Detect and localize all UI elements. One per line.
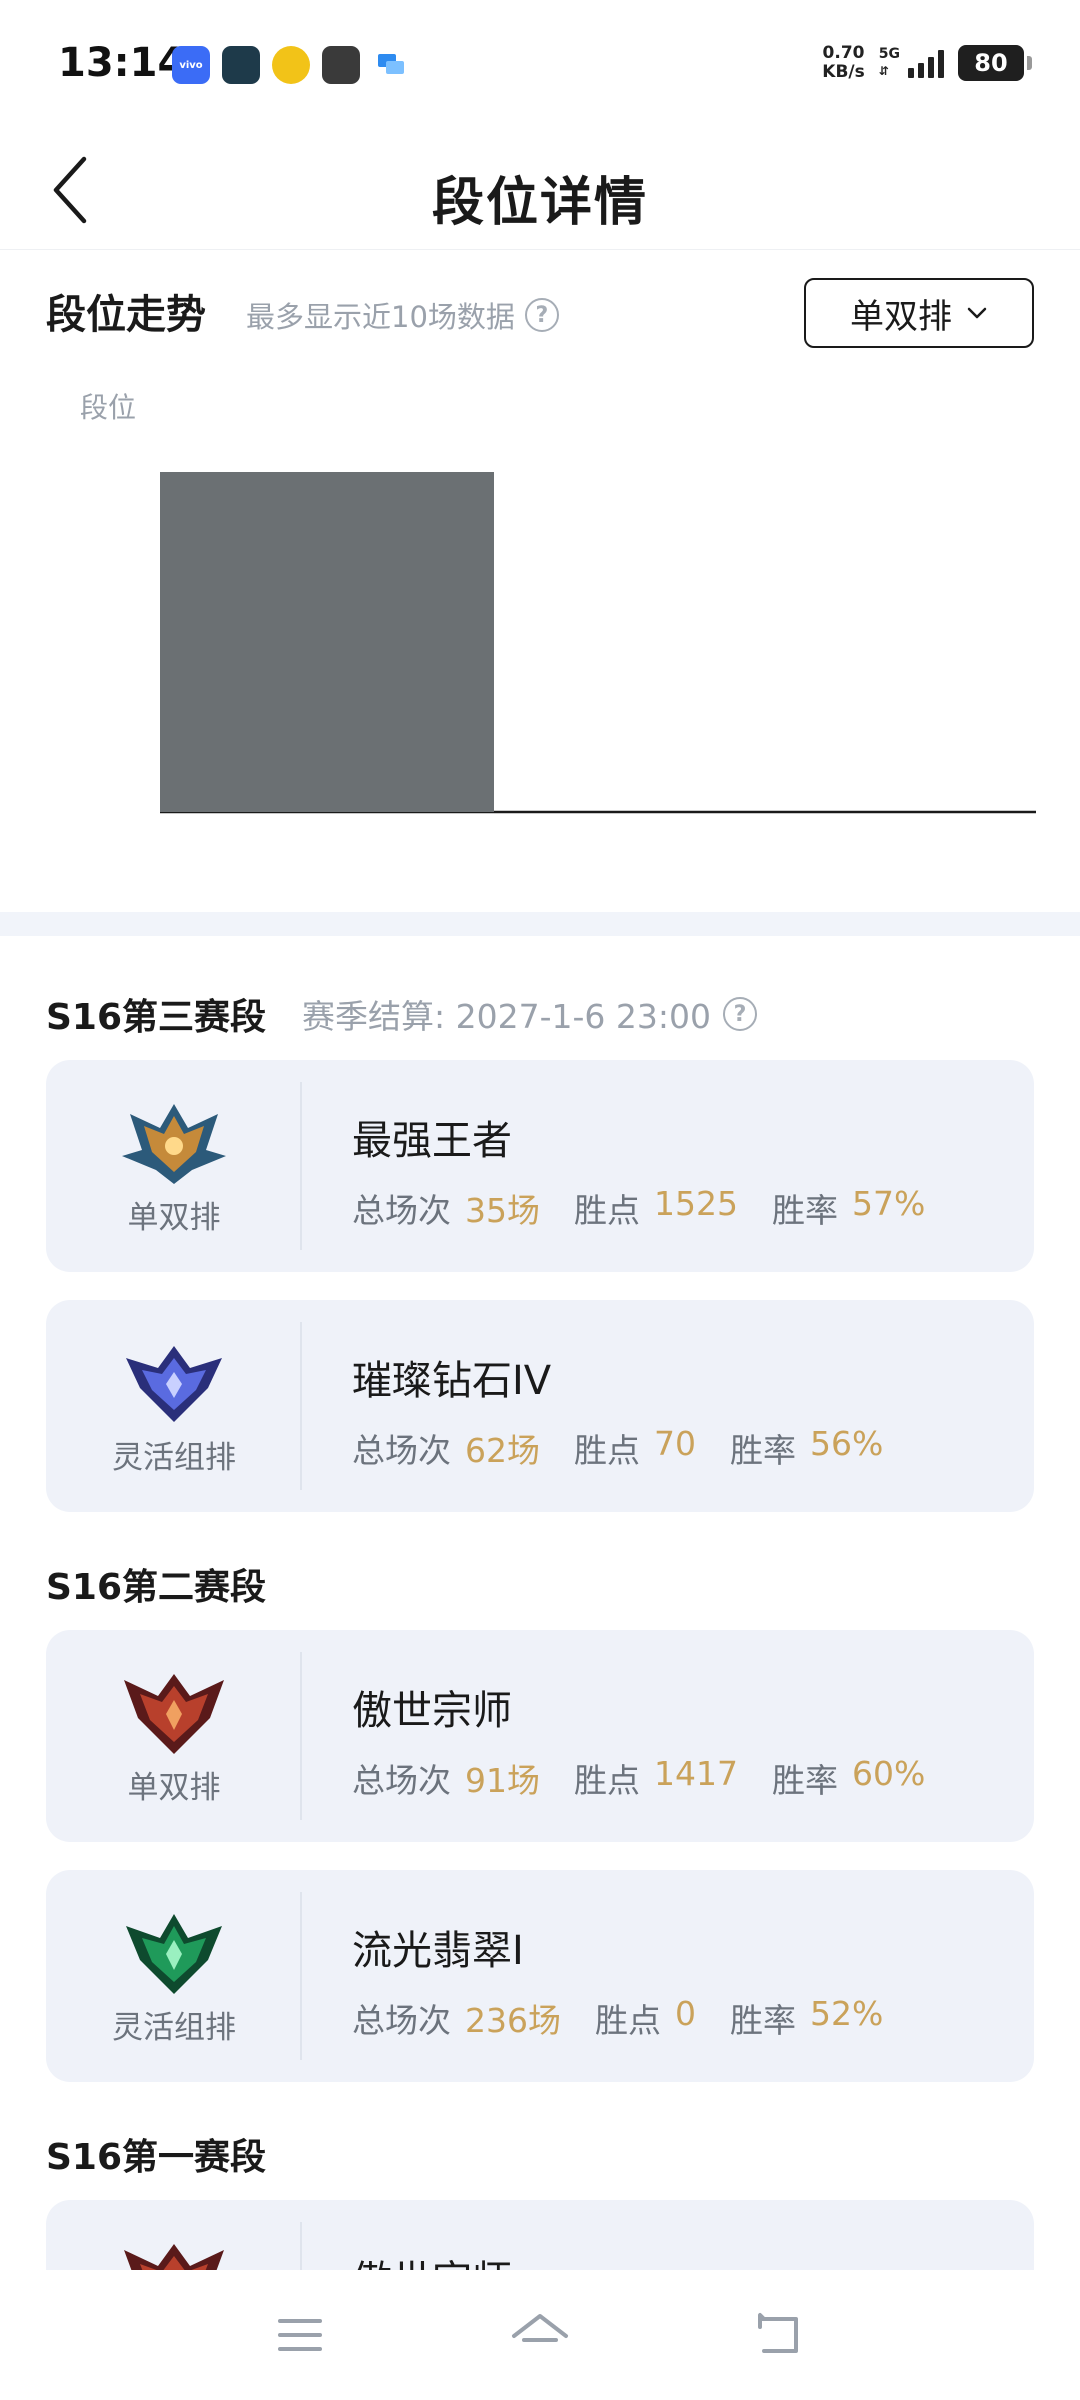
season-settle-info: 赛季结算: 2027-1-6 23:00 ? xyxy=(302,990,757,1038)
page-title: 段位详情 xyxy=(431,173,648,233)
stat-label: 胜点 xyxy=(574,1431,640,1470)
queue-mode-select[interactable]: 单双排 xyxy=(804,278,1034,348)
section-title: 段位走势 xyxy=(46,292,206,338)
stat-value: 0 xyxy=(675,1994,696,2033)
vivo-app-icon: vivo xyxy=(172,46,210,84)
stat-label: 胜率 xyxy=(730,1431,796,1470)
stat-value: 1417 xyxy=(654,1754,738,1793)
avatar-app-icon xyxy=(322,46,360,84)
chart-bar xyxy=(160,472,494,812)
stat-value: 56% xyxy=(810,1424,884,1463)
season-title: S16第一赛段 xyxy=(46,2137,267,2178)
stat-label: 胜率 xyxy=(771,1191,838,1230)
stat-label: 胜率 xyxy=(730,2001,796,2040)
stat-label: 胜点 xyxy=(595,2001,661,2040)
trend-hint: 最多显示近10场数据 ? xyxy=(246,294,559,336)
stat-value: 1525 xyxy=(654,1184,738,1223)
page-header: 段位详情 xyxy=(0,130,1080,250)
rank-name: 璀璨钻石IV xyxy=(352,1358,552,1404)
divider xyxy=(300,1652,302,1820)
rank-card[interactable]: 单双排 最强王者 总场次 35场 胜点 1525 胜率 57% xyxy=(46,1060,1034,1272)
rank-stats: 总场次 35场 胜点 1525 胜率 57% xyxy=(352,1184,959,1232)
stat-label: 总场次 xyxy=(352,1431,451,1470)
section-divider xyxy=(0,912,1080,936)
network-speed: 0.70 KB/s xyxy=(822,43,865,82)
stat-value: 52% xyxy=(810,1994,884,2033)
diamond-emblem-icon xyxy=(126,1346,222,1422)
stat-value: 35场 xyxy=(465,1191,540,1230)
back-arrow-icon xyxy=(758,2313,798,2353)
rank-name: 傲世宗师 xyxy=(352,1688,512,1734)
game-app-icon xyxy=(222,46,260,84)
chevron-down-icon xyxy=(967,307,987,319)
notification-icons: vivo xyxy=(172,46,410,84)
divider xyxy=(300,1892,302,2060)
chart-svg xyxy=(160,472,1036,814)
status-bar: 13:14 vivo 0.70 KB/s 5G ⇵ 80 xyxy=(0,0,1080,130)
question-circle-icon[interactable]: ? xyxy=(723,997,757,1031)
stat-label: 总场次 xyxy=(352,2001,451,2040)
stat-value: 91场 xyxy=(465,1761,540,1800)
stat-value: 236场 xyxy=(465,2001,561,2040)
system-nav-bar xyxy=(0,2270,1080,2400)
home-button[interactable] xyxy=(505,2300,575,2370)
stat-label: 胜率 xyxy=(771,1761,838,1800)
stat-label: 胜点 xyxy=(574,1761,640,1800)
rank-name: 最强王者 xyxy=(352,1118,512,1164)
queue-label: 单双排 xyxy=(127,1200,221,1236)
queue-label: 单双排 xyxy=(127,1770,221,1806)
menu-button[interactable] xyxy=(265,2300,335,2370)
rank-name: 流光翡翠I xyxy=(352,1928,524,1974)
stat-value: 62场 xyxy=(465,1431,540,1470)
stat-label: 胜点 xyxy=(574,1191,640,1230)
chat-app-icon xyxy=(372,46,410,84)
rank-card[interactable]: 灵活组排 流光翡翠I 总场次 236场 胜点 0 胜率 52% xyxy=(46,1870,1034,2082)
rank-stats: 总场次 62场 胜点 70 胜率 56% xyxy=(352,1424,917,1472)
stat-value: 57% xyxy=(851,1184,926,1223)
rank-stats: 总场次 236场 胜点 0 胜率 52% xyxy=(352,1994,917,2042)
rank-trend-chart xyxy=(150,452,1040,832)
network-type: 5G ⇵ xyxy=(878,46,900,78)
grandmaster-emblem-icon xyxy=(124,1674,224,1754)
rank-stats: 总场次 91场 胜点 1417 胜率 60% xyxy=(352,1754,959,1802)
battery-icon: 80 xyxy=(958,45,1032,81)
king-emblem-icon xyxy=(122,1104,226,1184)
stat-label: 总场次 xyxy=(352,1761,451,1800)
stat-value: 60% xyxy=(851,1754,926,1793)
question-circle-icon[interactable]: ? xyxy=(524,298,559,332)
coin-app-icon xyxy=(272,46,310,84)
chart-y-axis-label: 段位 xyxy=(80,391,137,424)
emerald-emblem-icon xyxy=(126,1914,222,1994)
stat-label: 总场次 xyxy=(352,1191,451,1230)
season-title: S16第二赛段 xyxy=(46,1567,267,1608)
queue-label: 灵活组排 xyxy=(112,2010,236,2046)
divider xyxy=(300,1322,302,1490)
home-icon xyxy=(512,2314,568,2342)
season-title: S16第三赛段 xyxy=(46,997,267,1038)
rank-trend-section: 段位走势 最多显示近10场数据 ? 单双排 段位 xyxy=(0,252,1080,912)
status-time: 13:14 xyxy=(58,40,186,86)
rank-card[interactable]: 灵活组排 璀璨钻石IV 总场次 62场 胜点 70 胜率 56% xyxy=(46,1300,1034,1512)
signal-icon xyxy=(908,48,944,78)
rank-card[interactable]: 单双排 傲世宗师 总场次 91场 胜点 1417 胜率 60% xyxy=(46,1630,1034,1842)
divider xyxy=(300,1082,302,1250)
stat-value: 70 xyxy=(654,1424,696,1463)
back-nav-button[interactable] xyxy=(745,2300,815,2370)
menu-icon xyxy=(278,2319,322,2351)
queue-label: 灵活组排 xyxy=(112,1440,236,1476)
